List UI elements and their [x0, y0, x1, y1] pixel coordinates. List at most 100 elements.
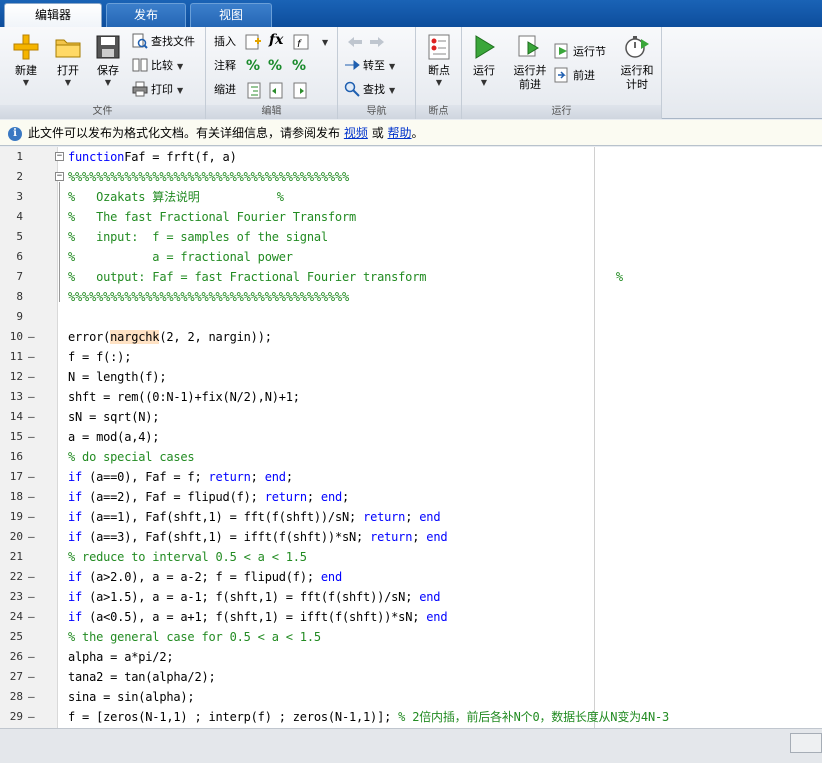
code-line[interactable]: 13– shft = rem((0:N-1)+fix(N/2),N)+1; — [0, 387, 822, 407]
breakpoint-marker[interactable]: – — [28, 707, 38, 727]
video-link[interactable]: 视频 — [344, 126, 368, 140]
fx-icon[interactable]: fx — [269, 32, 287, 50]
code-line[interactable]: 15– a = mod(a,4); — [0, 427, 822, 447]
insert-button[interactable]: 插入 — [214, 31, 236, 53]
run-button[interactable]: 运行 ▼ — [464, 31, 504, 88]
open-button[interactable]: 打开 ▼ — [48, 31, 88, 88]
code-line[interactable]: 5 % input: f = samples of the signal — [0, 227, 822, 247]
code-editor[interactable]: 1 − functionFaf = frft(f, a) 2 −%%%%%%%%%%%%… — [0, 147, 822, 728]
run-and-time-label: 运行和 计时 — [620, 64, 654, 91]
find-button[interactable]: 查找 ▼ — [344, 79, 395, 101]
keyword-token: end — [426, 610, 448, 624]
code-line[interactable]: 3 % Ozakats 算法说明 % — [0, 187, 822, 207]
printer-icon — [132, 81, 148, 97]
code-line[interactable]: 19– if (a==1), Faf(shft,1) = fft(f(shft))… — [0, 507, 822, 527]
compare-button[interactable]: 比较 ▼ — [132, 55, 183, 77]
code-line[interactable]: 17– if (a==0), Faf = f; return; end; — [0, 467, 822, 487]
code-line[interactable]: 2 −%%%%%%%%%%%%%%%%%%%%%%%%%%%%%%%%%%%%%%… — [0, 167, 822, 187]
code-token: tana2 = tan(alpha/2); — [68, 670, 216, 684]
tab-editor[interactable]: 编辑器 — [4, 3, 102, 28]
print-button[interactable]: 打印 ▼ — [132, 79, 183, 101]
code-line[interactable]: 29– f = [zeros(N-1,1) ; interp(f) ; zeros… — [0, 707, 822, 727]
line-number: 4 — [16, 210, 23, 223]
code-line[interactable]: 22– if (a>2.0), a = a-2; f = flipud(f); e… — [0, 567, 822, 587]
breakpoint-marker[interactable]: – — [28, 687, 38, 707]
indent-right-icon[interactable] — [268, 82, 286, 100]
breakpoint-marker[interactable]: – — [28, 567, 38, 587]
code-line[interactable]: 26– alpha = a*pi/2; — [0, 647, 822, 667]
breakpoint-marker[interactable]: – — [28, 527, 38, 547]
advance-button[interactable]: 前进 — [554, 65, 595, 87]
keyword-token: if — [68, 510, 83, 524]
code-line[interactable]: 6 % a = fractional power — [0, 247, 822, 267]
code-line[interactable]: 18– if (a==2), Faf = flipud(f); return; e… — [0, 487, 822, 507]
uncomment-percent-icon[interactable]: % — [268, 58, 286, 76]
insert-section-icon[interactable] — [244, 33, 262, 51]
help-link[interactable]: 帮助 — [388, 126, 412, 140]
smart-indent-icon[interactable] — [246, 82, 264, 100]
comment-percent-icon[interactable]: % — [246, 58, 264, 76]
comment-button[interactable]: 注释 — [214, 55, 236, 77]
code-text: f = [zeros(N-1,1) ; interp(f) ; zeros(N-… — [68, 707, 669, 727]
forward-arrow-icon[interactable] — [368, 33, 386, 51]
code-line[interactable]: 28– sina = sin(alpha); — [0, 687, 822, 707]
breakpoint-marker[interactable]: – — [28, 347, 38, 367]
line-number: 15 — [9, 430, 23, 443]
breakpoint-marker[interactable]: – — [28, 387, 38, 407]
breakpoint-marker[interactable]: – — [28, 647, 38, 667]
breakpoint-marker[interactable]: – — [28, 327, 38, 347]
line-number: 7 — [16, 270, 23, 283]
code-line[interactable]: 1 − functionFaf = frft(f, a) — [0, 147, 822, 167]
tab-view[interactable]: 视图 — [190, 3, 272, 27]
code-line[interactable]: 8%%%%%%%%%%%%%%%%%%%%%%%%%%%%%%%%%%%%%%%… — [0, 287, 822, 307]
goto-button[interactable]: 转至 ▼ — [344, 55, 395, 77]
chevron-down-icon: ▼ — [177, 86, 184, 95]
wrap-comment-icon[interactable]: % — [292, 58, 310, 76]
code-text: if (a==1), Faf(shft,1) = fft(f(shft))/sN… — [68, 507, 441, 527]
save-button[interactable]: 保存 ▼ — [88, 31, 128, 88]
indent-button[interactable]: 缩进 — [214, 79, 236, 101]
tab-publish[interactable]: 发布 — [106, 3, 186, 27]
breakpoint-marker[interactable]: – — [28, 467, 38, 487]
code-line[interactable]: 24– if (a<0.5), a = a+1; f(shft,1) = ifft… — [0, 607, 822, 627]
code-line[interactable]: 27– tana2 = tan(alpha/2); — [0, 667, 822, 687]
code-line[interactable]: 23– if (a>1.5), a = a-1; f(shft,1) = fft(… — [0, 587, 822, 607]
code-line[interactable]: 10– error(nargchk(2, 2, nargin)); — [0, 327, 822, 347]
indent-left-icon[interactable] — [292, 82, 310, 100]
code-line[interactable]: 16 % do special cases — [0, 447, 822, 467]
publish-info-bar: i 此文件可以发布为格式化文档。有关详细信息，请参阅发布 视频 或 帮助。 — [0, 120, 822, 146]
run-advance-button[interactable]: 运行并 前进 — [506, 31, 554, 92]
breakpoint-marker[interactable]: – — [28, 367, 38, 387]
run-and-time-button[interactable]: 运行和 计时 — [614, 31, 660, 92]
code-line[interactable]: 4 % The fast Fractional Fourier Transform — [0, 207, 822, 227]
breakpoints-button[interactable]: 断点 ▼ — [419, 31, 459, 88]
keyword-token: end — [320, 570, 342, 584]
run-section-button[interactable]: 运行节 — [554, 41, 606, 63]
code-line[interactable]: 14– sN = sqrt(N); — [0, 407, 822, 427]
code-line[interactable]: 11– f = f(:); — [0, 347, 822, 367]
code-token: sN = sqrt(N); — [68, 410, 160, 424]
insert-dropdown[interactable]: ▼ — [318, 31, 328, 53]
breakpoint-marker[interactable]: – — [28, 507, 38, 527]
code-line[interactable]: 21 % reduce to interval 0.5 < a < 1.5 — [0, 547, 822, 567]
breakpoint-marker[interactable]: – — [28, 407, 38, 427]
fold-toggle-icon[interactable]: − — [55, 172, 64, 181]
function-hint-icon[interactable]: f — [292, 33, 310, 51]
code-token: (a<0.5), a = a+1; f(shft,1) = ifft(f(shf… — [82, 610, 427, 624]
back-arrow-icon[interactable] — [346, 33, 364, 51]
breakpoint-marker[interactable]: – — [28, 587, 38, 607]
code-line[interactable]: 9 — [0, 307, 822, 327]
breakpoint-marker[interactable]: – — [28, 427, 38, 447]
find-files-button[interactable]: 查找文件 — [132, 31, 195, 53]
code-line[interactable]: 25 % the general case for 0.5 < a < 1.5 — [0, 627, 822, 647]
breakpoint-marker[interactable]: – — [28, 487, 38, 507]
code-line[interactable]: 12– N = length(f); — [0, 367, 822, 387]
code-line[interactable]: 7 % output: Faf = fast Fractional Fourier… — [0, 267, 822, 287]
breakpoint-marker[interactable]: – — [28, 667, 38, 687]
fold-toggle-icon[interactable]: − — [55, 152, 64, 161]
breakpoint-marker[interactable]: – — [28, 607, 38, 627]
new-button[interactable]: 新建 ▼ — [6, 31, 46, 88]
keyword-token: if — [68, 570, 83, 584]
code-line[interactable]: 20– if (a==3), Faf(shft,1) = ifft(f(shft)… — [0, 527, 822, 547]
code-token: ; — [412, 530, 427, 544]
